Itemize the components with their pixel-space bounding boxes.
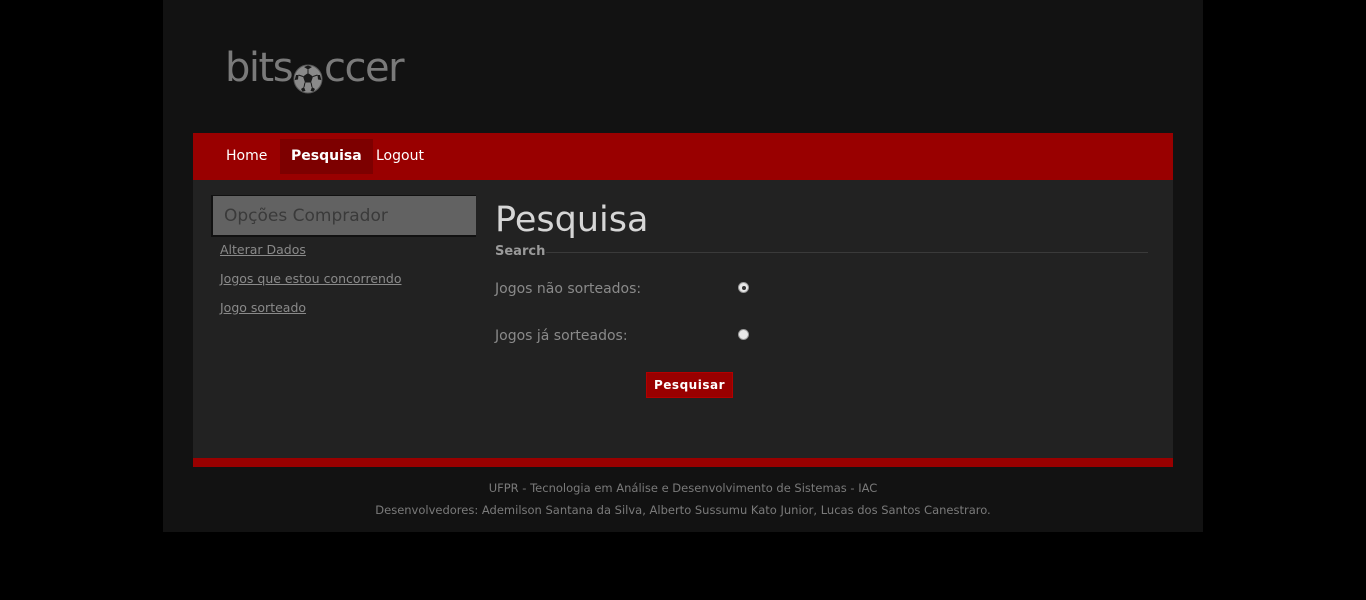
content-area: Opções Comprador Alterar Dados Jogos que… (193, 180, 1173, 458)
sidebar-link-jogos-concorrendo[interactable]: Jogos que estou concorrendo (220, 271, 402, 286)
search-legend: Search (495, 244, 546, 259)
footer-institution: UFPR - Tecnologia em Análise e Desenvolv… (488, 481, 878, 495)
option-label-ja-sorteados: Jogos já sorteados: (495, 328, 628, 344)
nav-item-logout[interactable]: Logout (365, 139, 435, 174)
sidebar-title: Opções Comprador (211, 195, 476, 237)
nav-item-pesquisa[interactable]: Pesquisa (280, 139, 373, 174)
page-title: Pesquisa (495, 200, 649, 240)
nav-item-home[interactable]: Home (215, 139, 278, 174)
option-label-nao-sorteados: Jogos não sorteados: (495, 281, 642, 297)
soccer-ball-icon (293, 55, 323, 94)
logo-text-start: bits (225, 45, 294, 91)
sidebar-link-jogo-sorteado[interactable]: Jogo sorteado (220, 300, 306, 315)
page-wrapper: bits ccer Home Pesquisa Logout Opções Co… (163, 0, 1203, 532)
footer-developers: Desenvolvedores: Ademilson Santana da Si… (375, 503, 991, 517)
legend-divider (546, 252, 1148, 253)
logo-text-end: ccer (324, 45, 405, 91)
footer-bar (193, 458, 1173, 467)
radio-ja-sorteados[interactable] (738, 329, 749, 340)
radio-nao-sorteados[interactable] (738, 282, 749, 293)
main-navigation: Home Pesquisa Logout (193, 133, 1173, 180)
pesquisar-button[interactable]: Pesquisar (646, 372, 733, 398)
sidebar-link-alterar-dados[interactable]: Alterar Dados (220, 242, 306, 257)
site-logo[interactable]: bits ccer (225, 42, 405, 94)
